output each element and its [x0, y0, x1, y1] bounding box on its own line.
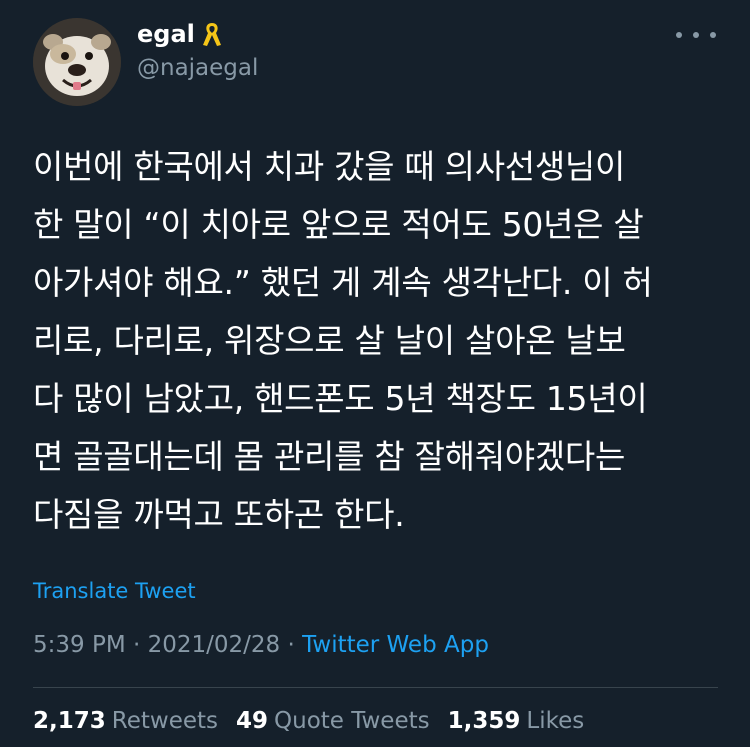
dot: [693, 32, 699, 38]
more-options-icon[interactable]: [676, 25, 716, 45]
likes-label: Likes: [526, 708, 585, 734]
tweet-source-link[interactable]: Twitter Web App: [302, 632, 489, 658]
dot: [710, 32, 716, 38]
likes-count: 1,359: [447, 708, 521, 734]
retweets-stat[interactable]: 2,173 Retweets: [33, 708, 218, 734]
retweets-label: Retweets: [111, 708, 218, 734]
quote-tweets-stat[interactable]: 49 Quote Tweets: [236, 708, 430, 734]
likes-stat[interactable]: 1,359 Likes: [448, 708, 585, 734]
tweet-detail: egal @najaegal 이번에 한국에서 치과 갔을 때 의사선생님이 한…: [0, 0, 750, 747]
dot: [676, 32, 682, 38]
bulldog-avatar-image: [33, 18, 121, 106]
display-name[interactable]: egal: [137, 20, 223, 48]
avatar[interactable]: [33, 18, 121, 106]
separator: ·: [287, 632, 295, 658]
separator: ·: [133, 632, 141, 658]
tweet-metadata: 5:39 PM · 2021/02/28 · Twitter Web App: [33, 632, 489, 658]
yellow-ribbon-icon: [201, 20, 223, 48]
divider: [33, 687, 718, 688]
tweet-date[interactable]: 2021/02/28: [148, 632, 281, 658]
engagement-stats: 2,173 Retweets 49 Quote Tweets 1,359 Likes: [33, 708, 584, 734]
tweet-time[interactable]: 5:39 PM: [33, 632, 126, 658]
user-handle[interactable]: @najaegal: [137, 55, 258, 81]
tweet-text: 이번에 한국에서 치과 갔을 때 의사선생님이 한 말이 “이 치아로 앞으로 …: [33, 147, 653, 534]
translate-tweet-link[interactable]: Translate Tweet: [33, 579, 196, 603]
retweets-count: 2,173: [33, 708, 106, 734]
quote-tweets-count: 49: [236, 708, 269, 734]
quote-tweets-label: Quote Tweets: [274, 708, 430, 734]
display-name-text: egal: [137, 20, 195, 48]
